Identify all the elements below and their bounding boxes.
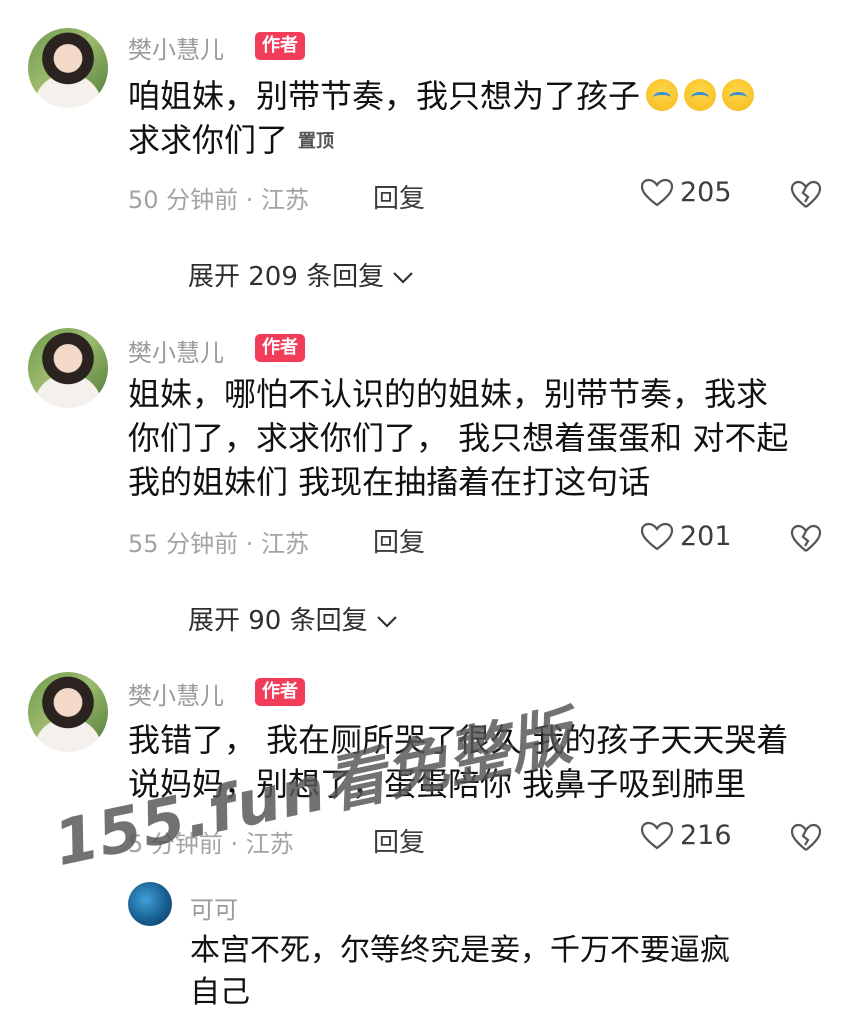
comment-text-line: 求求你们了 xyxy=(128,121,289,159)
comment-text: 姐妹，哪怕不认识的的姐妹，别带节奏，我求 你们了，求求你们了， 我只想着蛋蛋和 … xyxy=(128,372,788,504)
crying-face-emoji-icon xyxy=(684,79,717,111)
like-button[interactable]: 201 xyxy=(640,521,732,552)
comment-username[interactable]: 樊小慧儿 xyxy=(128,30,224,65)
like-count: 216 xyxy=(680,820,732,851)
broken-heart-icon[interactable] xyxy=(790,524,822,554)
reply-username[interactable]: 可可 xyxy=(190,890,238,925)
chevron-down-icon xyxy=(393,271,414,284)
avatar[interactable] xyxy=(28,28,108,108)
comment-text-line: 你们了，求求你们了， 我只想着蛋蛋和 对不起 xyxy=(128,419,789,457)
crying-face-emoji-icon xyxy=(646,79,679,111)
expand-replies-button[interactable]: 展开 209 条回复 xyxy=(188,256,414,293)
comment-text-line: 咱姐妹，别带节奏，我只想为了孩子 xyxy=(128,77,641,115)
avatar[interactable] xyxy=(28,672,108,752)
expand-replies-label: 展开 90 条回复 xyxy=(188,606,368,636)
watermark: 155.fun看免整版 xyxy=(47,699,579,881)
author-badge: 作者 xyxy=(255,334,305,362)
reply-text-line: 本宫不死，尔等终究是妾，千万不要逼疯 xyxy=(190,933,730,968)
heart-outline-icon xyxy=(640,178,674,206)
like-count: 205 xyxy=(680,177,732,208)
expand-replies-label: 展开 209 条回复 xyxy=(188,262,385,292)
pinned-label: 置顶 xyxy=(298,131,335,152)
expand-replies-button[interactable]: 展开 90 条回复 xyxy=(188,600,398,637)
comment-username[interactable]: 樊小慧儿 xyxy=(128,333,224,368)
broken-heart-icon[interactable] xyxy=(790,180,822,210)
avatar[interactable] xyxy=(28,328,108,408)
avatar[interactable] xyxy=(128,882,172,926)
comment-text-line: 我的姐妹们 我现在抽搐着在打这句话 xyxy=(128,463,651,501)
reply-text-line: 自己 xyxy=(190,975,250,1010)
reply-button[interactable]: 回复 xyxy=(373,522,425,559)
comment-username[interactable]: 樊小慧儿 xyxy=(128,676,224,711)
author-badge: 作者 xyxy=(255,32,305,60)
comment-time-location: 55 分钟前 · 江苏 xyxy=(128,530,310,558)
reply-button[interactable]: 回复 xyxy=(373,822,425,859)
like-button[interactable]: 216 xyxy=(640,820,732,851)
heart-outline-icon xyxy=(640,522,674,550)
reply-text: 本宫不死，尔等终究是妾，千万不要逼疯 自己 xyxy=(190,930,730,1014)
broken-heart-icon[interactable] xyxy=(790,823,822,853)
like-count: 201 xyxy=(680,521,732,552)
crying-face-emoji-icon xyxy=(722,79,755,111)
author-badge: 作者 xyxy=(255,678,305,706)
chevron-down-icon xyxy=(377,615,397,628)
heart-outline-icon xyxy=(640,821,674,849)
comment-time-location: 50 分钟前 · 江苏 xyxy=(128,186,310,214)
comment-text: 咱姐妹，别带节奏，我只想为了孩子 求求你们了 置顶 xyxy=(128,74,755,164)
comment-text-line: 姐妹，哪怕不认识的的姐妹，别带节奏，我求 xyxy=(128,375,769,413)
like-button[interactable]: 205 xyxy=(640,177,732,208)
reply-button[interactable]: 回复 xyxy=(373,178,425,215)
